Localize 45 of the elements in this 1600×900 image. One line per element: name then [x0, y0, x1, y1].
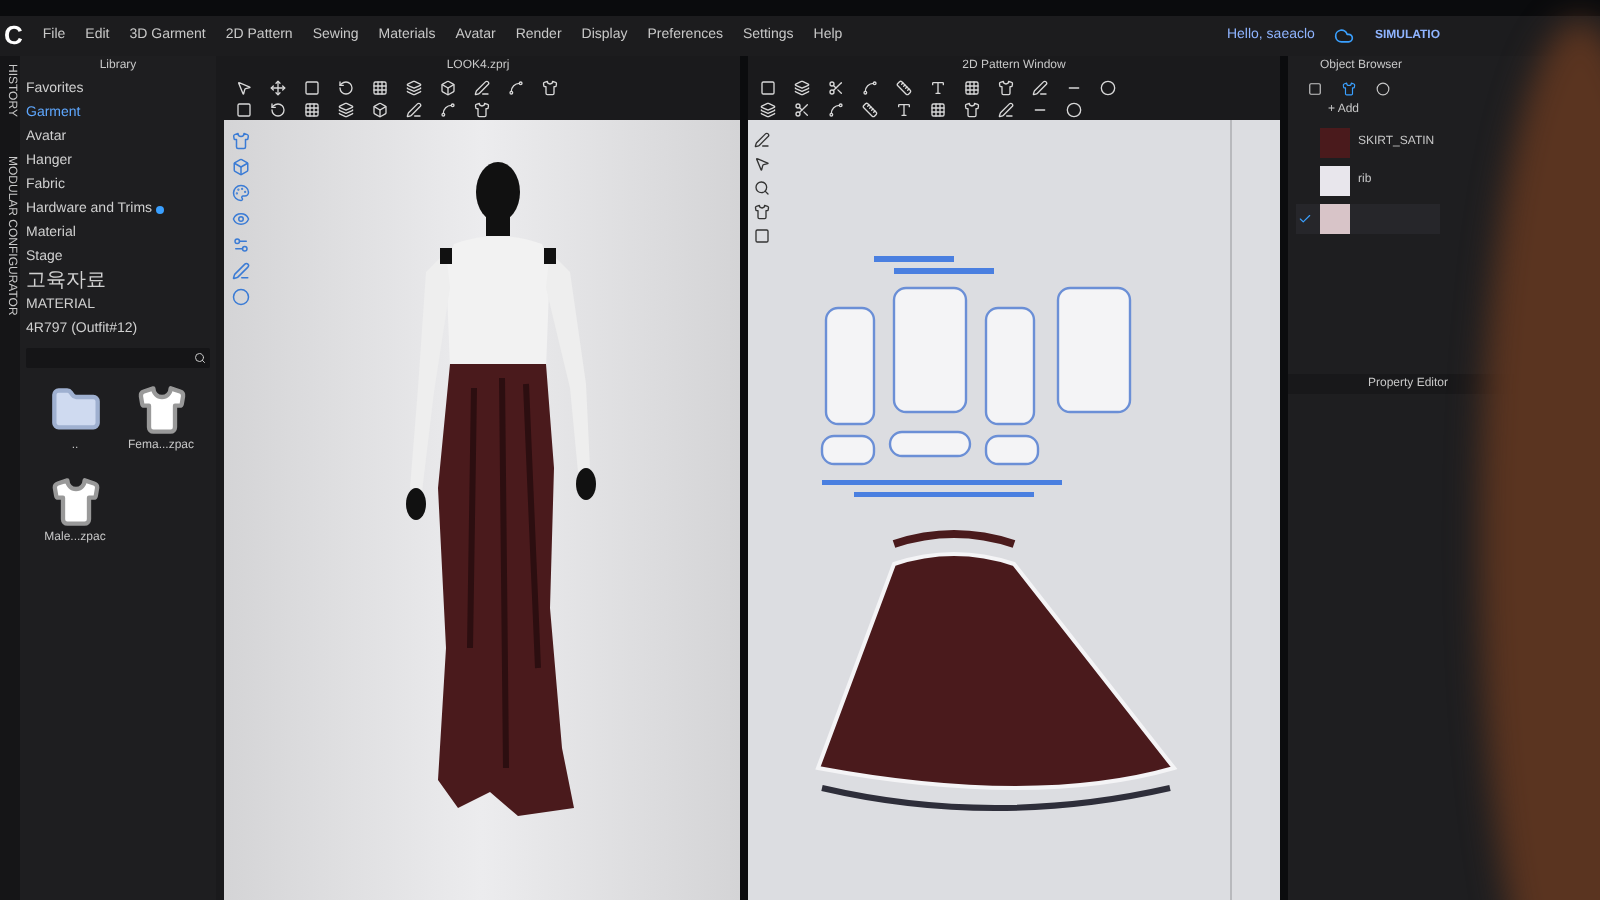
scissors-icon[interactable] — [828, 79, 844, 95]
circle-icon[interactable] — [1100, 79, 1116, 95]
circle-icon[interactable] — [1376, 81, 1390, 95]
zoom-icon[interactable] — [754, 180, 770, 196]
fabric-row[interactable] — [1296, 204, 1440, 234]
layers-icon[interactable] — [760, 101, 776, 117]
palette-icon[interactable] — [231, 184, 249, 202]
pattern-canvas[interactable] — [748, 120, 1280, 900]
eye-icon[interactable] — [231, 210, 249, 228]
library-item[interactable]: 고육자료 — [26, 270, 210, 292]
curve-icon[interactable] — [862, 79, 878, 95]
grid-icon[interactable] — [964, 79, 980, 95]
move-icon[interactable] — [270, 79, 286, 95]
ruler-icon[interactable] — [862, 101, 878, 117]
cloud-icon[interactable] — [1334, 26, 1355, 46]
pointer-icon[interactable] — [754, 156, 770, 172]
sphere-icon[interactable] — [231, 288, 249, 306]
ruler-icon[interactable] — [896, 79, 912, 95]
layers-icon[interactable] — [338, 101, 354, 117]
square-icon[interactable] — [754, 228, 770, 244]
check-icon — [1297, 212, 1311, 226]
grid-icon[interactable] — [930, 101, 946, 117]
curve-icon[interactable] — [508, 79, 524, 95]
grid-icon[interactable] — [372, 79, 388, 95]
curve-icon[interactable] — [440, 101, 456, 117]
settings-icon[interactable] — [231, 236, 249, 254]
shirt-icon[interactable] — [49, 476, 101, 528]
shirt-icon[interactable] — [135, 384, 187, 436]
circle-icon[interactable] — [1066, 101, 1082, 117]
text-icon[interactable] — [930, 79, 946, 95]
viewport-3d[interactable] — [224, 120, 740, 900]
rotate-icon[interactable] — [338, 79, 354, 95]
rotate-icon[interactable] — [270, 101, 286, 117]
app-logo: C — [4, 18, 23, 55]
layers-icon[interactable] — [406, 79, 422, 95]
text-icon[interactable] — [896, 101, 912, 117]
pen-icon[interactable] — [754, 132, 770, 148]
grid-icon[interactable] — [304, 101, 320, 117]
shirt-icon[interactable] — [1342, 81, 1356, 95]
folder-icon[interactable] — [49, 384, 101, 436]
layers-icon[interactable] — [794, 79, 810, 95]
curve-icon[interactable] — [828, 101, 844, 117]
search-icon[interactable] — [194, 352, 206, 364]
scissors-icon[interactable] — [794, 101, 810, 117]
shirt-icon[interactable] — [754, 204, 770, 220]
